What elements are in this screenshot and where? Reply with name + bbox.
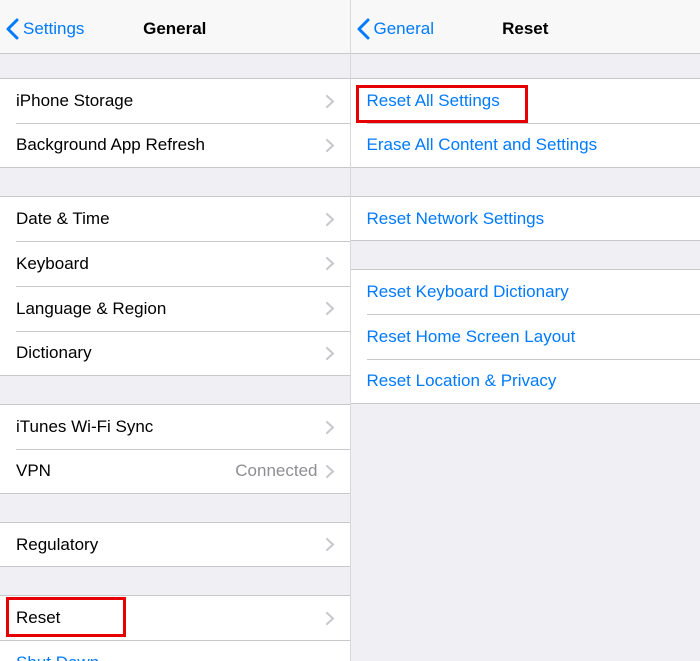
back-to-settings-button[interactable]: Settings	[0, 18, 84, 40]
cell-label: Shut Down	[16, 653, 334, 661]
chevron-right-icon	[326, 465, 334, 478]
cell-reset-home-layout[interactable]: Reset Home Screen Layout	[351, 314, 700, 359]
cell-iphone-storage[interactable]: iPhone Storage	[0, 78, 350, 123]
group-datetime: Date & Time Keyboard Language & Region D…	[0, 196, 350, 376]
chevron-right-icon	[326, 257, 334, 270]
page-title-reset: Reset	[502, 19, 548, 39]
back-to-general-button[interactable]: General	[351, 18, 434, 40]
chevron-right-icon	[326, 538, 334, 551]
reset-pane: General Reset Reset All Settings Erase A…	[351, 0, 700, 661]
group-reset-other: Reset Keyboard Dictionary Reset Home Scr…	[351, 269, 700, 404]
group-storage: iPhone Storage Background App Refresh	[0, 78, 350, 168]
chevron-right-icon	[326, 612, 334, 625]
cell-label: Reset Keyboard Dictionary	[367, 282, 685, 302]
cell-detail: Connected	[235, 461, 317, 481]
general-content: iPhone Storage Background App Refresh Da…	[0, 54, 350, 661]
cell-label: Reset Location & Privacy	[367, 371, 685, 391]
chevron-left-icon	[6, 18, 19, 40]
chevron-right-icon	[326, 302, 334, 315]
cell-keyboard[interactable]: Keyboard	[0, 241, 350, 286]
cell-erase-all[interactable]: Erase All Content and Settings	[351, 123, 700, 168]
cell-reset-network[interactable]: Reset Network Settings	[351, 196, 700, 241]
cell-reset-all-settings[interactable]: Reset All Settings	[351, 78, 700, 123]
cell-label: iTunes Wi-Fi Sync	[16, 417, 326, 437]
general-pane: Settings General iPhone Storage Backgrou…	[0, 0, 351, 661]
group-itunes-vpn: iTunes Wi-Fi Sync VPN Connected	[0, 404, 350, 494]
cell-itunes-sync[interactable]: iTunes Wi-Fi Sync	[0, 404, 350, 449]
page-title-general: General	[143, 19, 206, 39]
chevron-right-icon	[326, 347, 334, 360]
cell-label: Erase All Content and Settings	[367, 135, 685, 155]
nav-bar-reset: General Reset	[351, 0, 700, 54]
cell-label: Reset All Settings	[367, 91, 685, 111]
cell-label: Background App Refresh	[16, 135, 326, 155]
cell-dictionary[interactable]: Dictionary	[0, 331, 350, 376]
back-label: General	[374, 19, 434, 39]
cell-label: iPhone Storage	[16, 91, 326, 111]
group-reset-all: Reset All Settings Erase All Content and…	[351, 78, 700, 168]
cell-reset[interactable]: Reset	[0, 595, 350, 640]
chevron-right-icon	[326, 95, 334, 108]
back-label: Settings	[23, 19, 84, 39]
group-reset-shutdown: Reset Shut Down	[0, 595, 350, 661]
cell-label: Regulatory	[16, 535, 326, 555]
nav-bar-general: Settings General	[0, 0, 350, 54]
cell-label: Language & Region	[16, 299, 326, 319]
cell-vpn[interactable]: VPN Connected	[0, 449, 350, 494]
cell-label: Reset	[16, 608, 326, 628]
chevron-left-icon	[357, 18, 370, 40]
group-reset-network: Reset Network Settings	[351, 196, 700, 241]
cell-date-time[interactable]: Date & Time	[0, 196, 350, 241]
cell-label: Date & Time	[16, 209, 326, 229]
cell-bg-app-refresh[interactable]: Background App Refresh	[0, 123, 350, 168]
group-regulatory: Regulatory	[0, 522, 350, 567]
cell-regulatory[interactable]: Regulatory	[0, 522, 350, 567]
cell-reset-keyboard-dict[interactable]: Reset Keyboard Dictionary	[351, 269, 700, 314]
cell-label: Dictionary	[16, 343, 326, 363]
app-container: Settings General iPhone Storage Backgrou…	[0, 0, 700, 661]
cell-label: Reset Network Settings	[367, 209, 685, 229]
chevron-right-icon	[326, 213, 334, 226]
cell-reset-location-privacy[interactable]: Reset Location & Privacy	[351, 359, 700, 404]
cell-label: Reset Home Screen Layout	[367, 327, 685, 347]
chevron-right-icon	[326, 421, 334, 434]
cell-label: Keyboard	[16, 254, 326, 274]
cell-language-region[interactable]: Language & Region	[0, 286, 350, 331]
cell-shutdown[interactable]: Shut Down	[0, 640, 350, 661]
reset-content: Reset All Settings Erase All Content and…	[351, 54, 700, 661]
chevron-right-icon	[326, 139, 334, 152]
cell-label: VPN	[16, 461, 235, 481]
